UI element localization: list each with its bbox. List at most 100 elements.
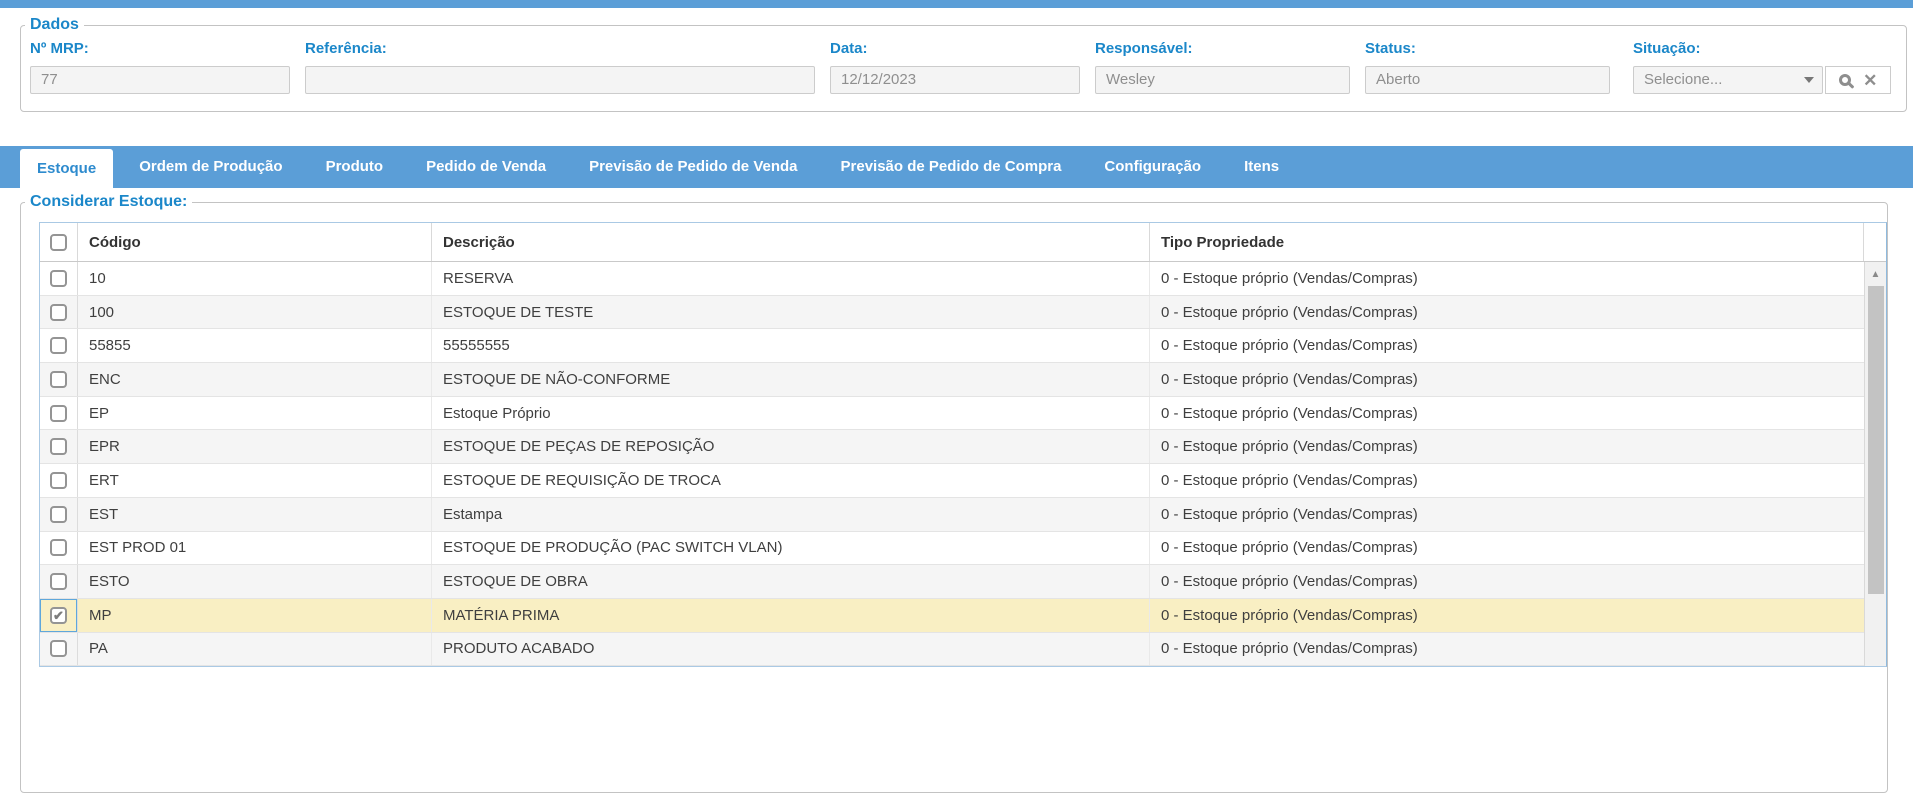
field-data: Data: 12/12/2023: [830, 40, 1080, 94]
cell-descricao: Estoque Próprio: [432, 396, 1150, 430]
cell-descricao: ESTOQUE DE PRODUÇÃO (PAC SWITCH VLAN): [432, 531, 1150, 565]
cell-tipo: 0 - Estoque próprio (Vendas/Compras): [1161, 269, 1418, 287]
cell-codigo: ERT: [78, 464, 432, 497]
row-checkbox-cell: [40, 531, 78, 565]
referencia-input[interactable]: [305, 66, 815, 94]
status-label: Status:: [1365, 40, 1416, 57]
cell-descricao: PRODUTO ACABADO: [432, 632, 1150, 666]
tab-ordem-de-produ-o[interactable]: Ordem de Produção: [122, 146, 299, 188]
tab-bar: Estoque Ordem de Produção Produto Pedido de…: [0, 146, 1913, 188]
row-checkbox-cell: [40, 632, 78, 666]
vertical-scrollbar[interactable]: ▲: [1864, 262, 1886, 667]
table-row[interactable]: EST PROD 01 ESTOQUE DE PRODUÇÃO (PAC SWIT…: [40, 531, 1864, 566]
dados-fieldset: Dados Nº MRP: 77 Referência: Data: 12/12/202…: [20, 16, 1907, 112]
row-checkbox-checked[interactable]: ✔: [50, 606, 67, 624]
clear-icon[interactable]: ✕: [1863, 72, 1877, 89]
column-header-c-digo[interactable]: Código: [78, 223, 432, 261]
cell-tipo: 0 - Estoque próprio (Vendas/Compras): [1161, 573, 1418, 591]
tab-configura-o[interactable]: Configuração: [1087, 146, 1218, 188]
row-checkbox-cell: [40, 329, 78, 363]
row-checkbox[interactable]: [50, 404, 67, 422]
field-responsavel: Responsável: Wesley: [1095, 40, 1350, 94]
cell-descricao: ESTOQUE DE TESTE: [432, 295, 1150, 329]
cell-codigo: 100: [78, 295, 432, 329]
cell-tipo: 0 - Estoque próprio (Vendas/Compras): [1161, 606, 1418, 624]
field-n-mrp: Nº MRP: 77: [30, 40, 290, 94]
referencia-label: Referência:: [305, 40, 387, 57]
column-header-tipo-propriedade[interactable]: Tipo Propriedade: [1150, 223, 1864, 261]
search-icon[interactable]: [1838, 74, 1851, 86]
table-row[interactable]: 10 RESERVA 0 - Estoque próprio (Vendas/Com…: [40, 262, 1864, 296]
row-checkbox[interactable]: [50, 539, 67, 557]
row-checkbox[interactable]: [50, 505, 67, 523]
row-checkbox[interactable]: [50, 303, 67, 321]
table-row[interactable]: ERT ESTOQUE DE REQUISIÇÃO DE TROCA 0 - Est…: [40, 464, 1864, 498]
table-row[interactable]: EPR ESTOQUE DE PEÇAS DE REPOSIÇÃO 0 - Esto…: [40, 430, 1864, 465]
row-checkbox[interactable]: [50, 370, 67, 388]
row-checkbox-cell: [40, 396, 78, 430]
tab-previs-o-de-pedido-de-compra[interactable]: Previsão de Pedido de Compra: [824, 146, 1079, 188]
dados-fields: Nº MRP: 77 Referência: Data: 12/12/2023 Respo…: [21, 34, 1906, 94]
responsavel-input[interactable]: Wesley: [1095, 66, 1350, 94]
scrollbar-thumb[interactable]: [1867, 286, 1884, 594]
row-checkbox-cell: ✔: [40, 598, 78, 632]
situacao-select-group: Selecione... ✕: [1633, 66, 1891, 94]
cell-tipo: 0 - Estoque próprio (Vendas/Compras): [1161, 370, 1418, 388]
column-header-descri-o[interactable]: Descrição: [432, 223, 1150, 261]
row-checkbox[interactable]: [50, 573, 67, 591]
dropdown-arrow-icon[interactable]: [1804, 77, 1814, 83]
scrollbar-up-arrow-icon[interactable]: ▲: [1865, 262, 1886, 286]
cell-codigo: ESTO: [78, 565, 432, 598]
table-row[interactable]: ESTO ESTOQUE DE OBRA 0 - Estoque próprio (…: [40, 565, 1864, 599]
row-checkbox-cell: [40, 430, 78, 464]
grid-header-row: Código Descrição Tipo Propriedade: [40, 223, 1886, 262]
select-all-checkbox[interactable]: [50, 233, 67, 251]
header-select-all-cell: [40, 223, 78, 261]
row-checkbox-cell: [40, 565, 78, 598]
cell-tipo: 0 - Estoque próprio (Vendas/Compras): [1161, 539, 1418, 557]
cell-descricao: 55555555: [432, 329, 1150, 363]
considerar-estoque-fieldset: Considerar Estoque: Código Descrição Tipo …: [20, 193, 1888, 793]
row-checkbox-cell: [40, 464, 78, 497]
table-row[interactable]: 100 ESTOQUE DE TESTE 0 - Estoque próprio (…: [40, 295, 1864, 330]
cell-tipo: 0 - Estoque próprio (Vendas/Compras): [1161, 337, 1418, 355]
tab-itens[interactable]: Itens: [1227, 146, 1296, 188]
table-row[interactable]: PA PRODUTO ACABADO 0 - Estoque próprio (Ve…: [40, 632, 1864, 667]
situacao-icon-box: ✕: [1825, 66, 1891, 94]
cell-descricao: MATÉRIA PRIMA: [432, 598, 1150, 632]
tab-pedido-de-venda[interactable]: Pedido de Venda: [409, 146, 563, 188]
table-row[interactable]: EST Estampa 0 - Estoque próprio (Vendas/Co…: [40, 497, 1864, 532]
table-row[interactable]: EP Estoque Próprio 0 - Estoque próprio (Ve…: [40, 396, 1864, 431]
table-row[interactable]: ✔ MP MATÉRIA PRIMA 0 - Estoque próprio (Ven…: [40, 598, 1864, 633]
tab-estoque[interactable]: Estoque: [20, 149, 114, 188]
cell-tipo: 0 - Estoque próprio (Vendas/Compras): [1161, 303, 1418, 321]
cell-codigo: PA: [78, 632, 432, 666]
tab-previs-o-de-pedido-de-venda[interactable]: Previsão de Pedido de Venda: [572, 146, 814, 188]
data-input[interactable]: 12/12/2023: [830, 66, 1080, 94]
n-mrp-input[interactable]: 77: [30, 66, 290, 94]
status-input[interactable]: Aberto: [1365, 66, 1610, 94]
situacao-select[interactable]: Selecione...: [1633, 66, 1823, 94]
tab-produto[interactable]: Produto: [309, 146, 401, 188]
table-row[interactable]: ENC ESTOQUE DE NÃO-CONFORME 0 - Estoque pr…: [40, 363, 1864, 397]
cell-codigo: 10: [78, 262, 432, 295]
situacao-label: Situação:: [1633, 40, 1701, 57]
table-row[interactable]: 55855 55555555 0 - Estoque próprio (Vendas…: [40, 329, 1864, 364]
cell-descricao: RESERVA: [432, 262, 1150, 295]
row-checkbox[interactable]: [50, 337, 67, 355]
grid-rows: 10 RESERVA 0 - Estoque próprio (Vendas/Com…: [40, 262, 1864, 667]
field-situacao: Situação: Selecione... ✕: [1633, 40, 1891, 94]
cell-codigo: EPR: [78, 430, 432, 464]
cell-tipo: 0 - Estoque próprio (Vendas/Compras): [1161, 404, 1418, 422]
cell-tipo: 0 - Estoque próprio (Vendas/Compras): [1161, 640, 1418, 658]
responsavel-label: Responsável:: [1095, 40, 1193, 57]
row-checkbox[interactable]: [50, 471, 67, 489]
row-checkbox[interactable]: [50, 269, 67, 287]
cell-tipo: 0 - Estoque próprio (Vendas/Compras): [1161, 438, 1418, 456]
cell-codigo: 55855: [78, 329, 432, 363]
cell-descricao: ESTOQUE DE OBRA: [432, 565, 1150, 598]
row-checkbox[interactable]: [50, 640, 67, 658]
row-checkbox-cell: [40, 262, 78, 295]
row-checkbox[interactable]: [50, 438, 67, 456]
header-scrollbar-spacer: [1864, 223, 1886, 261]
